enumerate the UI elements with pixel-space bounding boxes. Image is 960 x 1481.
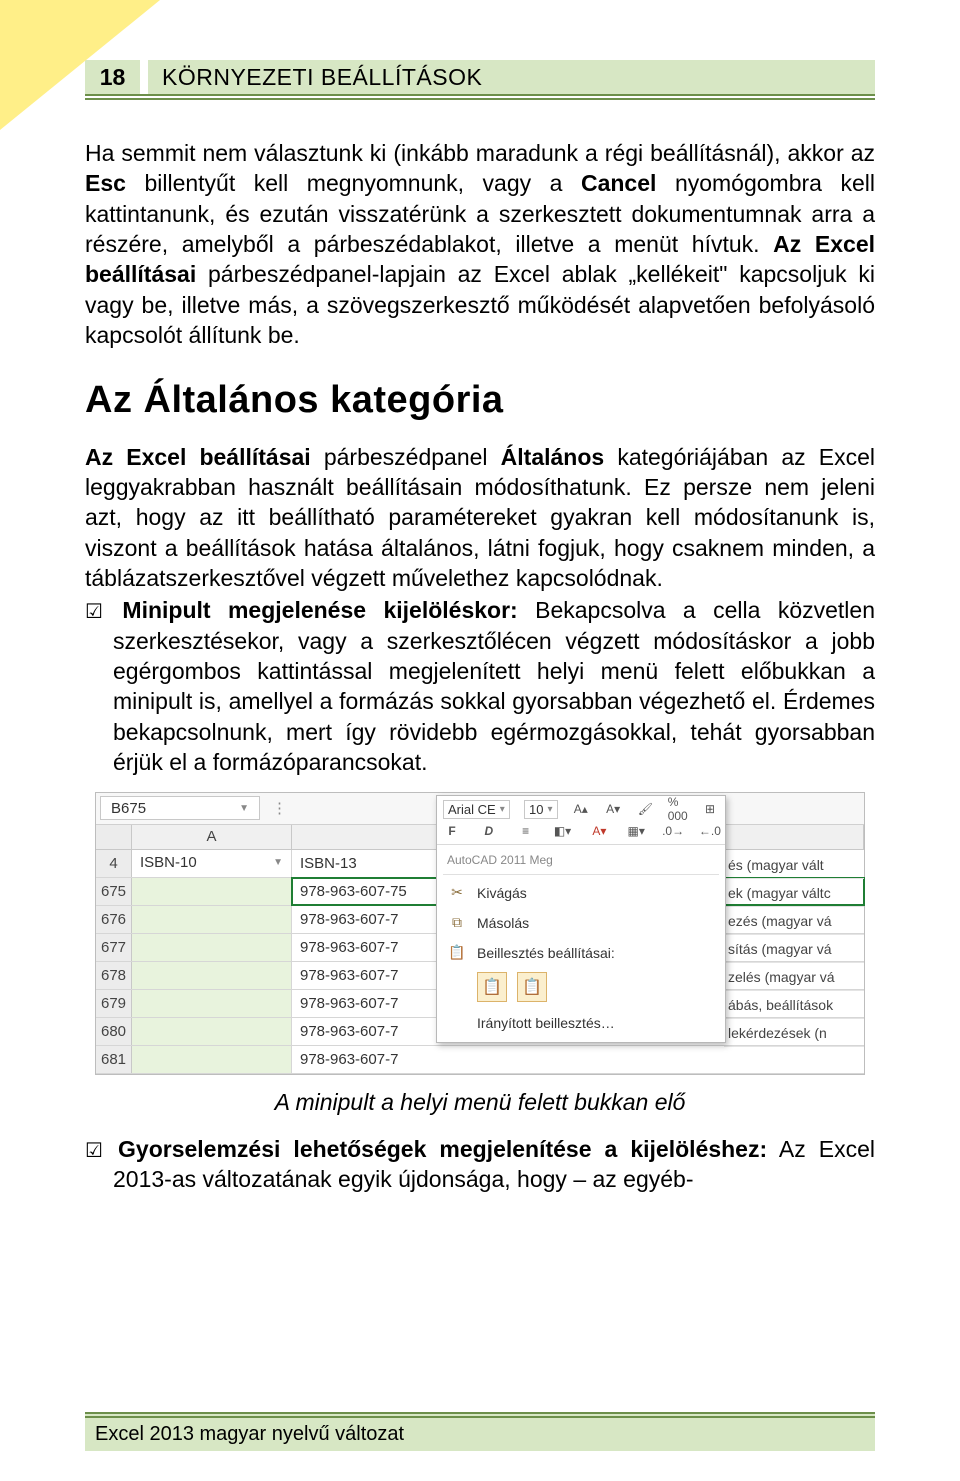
menu-separator bbox=[443, 874, 719, 875]
format-painter-icon[interactable]: 🖌 bbox=[636, 800, 654, 818]
cell-text: ISBN-10 bbox=[140, 849, 197, 877]
cell-fragment: zelés (magyar vá bbox=[724, 963, 864, 991]
section-heading: Az Általános kategória bbox=[85, 379, 875, 422]
ctx-header-fragment: AutoCAD 2011 Meg bbox=[437, 849, 725, 871]
name-box[interactable]: B675 ▼ bbox=[100, 796, 260, 820]
cell-fragment: ezés (magyar vá bbox=[724, 907, 864, 935]
percent-format[interactable]: % 000 bbox=[669, 800, 687, 818]
clipboard-icon: 📋 bbox=[447, 943, 467, 963]
cell[interactable] bbox=[132, 878, 292, 905]
row-header[interactable]: 678 bbox=[96, 962, 132, 989]
key-esc: Esc bbox=[85, 170, 126, 196]
ctx-paste-options[interactable]: 📋 Beillesztés beállításai: bbox=[437, 938, 725, 968]
menu-label: Beillesztés beállításai: bbox=[477, 945, 615, 961]
text: AutoCAD 2011 Meg bbox=[447, 853, 553, 867]
text: párbeszédpanel bbox=[311, 444, 501, 470]
cell[interactable] bbox=[132, 962, 292, 989]
page-corner-decoration bbox=[0, 0, 160, 130]
font-name-box[interactable]: Arial CE ▾ bbox=[443, 800, 510, 819]
ctx-cut[interactable]: ✂ Kivágás bbox=[437, 878, 725, 908]
merge-icon[interactable]: ⊞ bbox=[701, 800, 719, 818]
dropdown-icon[interactable]: ▼ bbox=[239, 803, 249, 814]
page-footer: Excel 2013 magyar nyelvű változat bbox=[85, 1412, 875, 1451]
fill-color-icon[interactable]: ◧▾ bbox=[554, 822, 572, 840]
checklist-item-quickanalysis: ☑ Gyorselemzési lehetőségek megjelenítés… bbox=[85, 1134, 875, 1195]
decrease-font-icon[interactable]: A▾ bbox=[604, 800, 622, 818]
intro-paragraph: Ha semmit nem választunk ki (inkább mara… bbox=[85, 138, 875, 351]
borders-icon[interactable]: ▦▾ bbox=[627, 822, 645, 840]
mini-toolbar: Arial CE ▾ 10 ▾ A▴ A▾ 🖌 % 000 ⊞ F D ≡ ◧▾ A… bbox=[437, 796, 725, 845]
option-label: Gyorselemzési lehetőségek megjelenítése … bbox=[118, 1136, 767, 1162]
cell[interactable] bbox=[132, 990, 292, 1017]
font-size: 10 bbox=[529, 802, 543, 817]
section-paragraph: Az Excel beállításai párbeszédpanel Álta… bbox=[85, 442, 875, 594]
row-header[interactable]: 4 bbox=[96, 850, 132, 877]
row-header[interactable]: 680 bbox=[96, 1018, 132, 1045]
row-header[interactable]: 675 bbox=[96, 878, 132, 905]
increase-decimal-icon[interactable]: .0→ bbox=[664, 822, 682, 840]
menu-label: Másolás bbox=[477, 915, 529, 931]
filter-icon[interactable]: ▼ bbox=[273, 849, 283, 877]
ctx-copy[interactable]: ⧉ Másolás bbox=[437, 908, 725, 938]
text: párbeszédpanel-lapjain az Excel ablak „k… bbox=[85, 261, 875, 348]
dropdown-icon[interactable]: ▾ bbox=[547, 804, 552, 815]
cell[interactable] bbox=[132, 1046, 292, 1073]
cell[interactable] bbox=[132, 1018, 292, 1045]
copy-icon: ⧉ bbox=[447, 913, 467, 933]
checklist-item-minipult: ☑ Minipult megjelenése kijelöléskor: Bek… bbox=[85, 595, 875, 777]
page-title: KÖRNYEZETI BEÁLLÍTÁSOK bbox=[148, 60, 875, 94]
figure-caption: A minipult a helyi menü felett bukkan el… bbox=[85, 1089, 875, 1116]
menu-label: Kivágás bbox=[477, 885, 527, 901]
ctx-paste-special[interactable]: Irányított beillesztés… bbox=[437, 1008, 725, 1038]
font-size-box[interactable]: 10 ▾ bbox=[524, 800, 558, 819]
checkbox-icon: ☑ bbox=[85, 599, 105, 625]
font-name: Arial CE bbox=[448, 802, 496, 817]
scissors-icon: ✂ bbox=[447, 883, 467, 903]
cell[interactable] bbox=[132, 906, 292, 933]
page-header: 18 KÖRNYEZETI BEÁLLÍTÁSOK bbox=[85, 60, 875, 100]
name-box-value: B675 bbox=[111, 800, 146, 817]
cell-fragment: sítás (magyar vá bbox=[724, 935, 864, 963]
column-header-a[interactable]: A bbox=[132, 825, 292, 849]
italic-icon[interactable]: D bbox=[480, 822, 498, 840]
row-header[interactable]: 676 bbox=[96, 906, 132, 933]
row-header[interactable]: 679 bbox=[96, 990, 132, 1017]
context-menu: AutoCAD 2011 Meg ✂ Kivágás ⧉ Másolás 📋 B… bbox=[437, 845, 725, 1042]
decrease-decimal-icon[interactable]: ←.0 bbox=[701, 822, 719, 840]
key-cancel: Cancel bbox=[581, 170, 656, 196]
cell-fragment: ábás, beállítások bbox=[724, 991, 864, 1019]
separator-dots: ⋮ bbox=[264, 799, 295, 817]
blank-icon bbox=[447, 1013, 467, 1033]
mini-toolbar-and-context-menu: Arial CE ▾ 10 ▾ A▴ A▾ 🖌 % 000 ⊞ F D ≡ ◧▾ A… bbox=[436, 795, 726, 1043]
excel-screenshot: B675 ▼ ⋮ A B 4 ISBN-10 ▼ ISBN-13 675 978 bbox=[95, 792, 865, 1075]
font-color-icon[interactable]: A▾ bbox=[590, 822, 608, 840]
cell-fragment: lekérdezések (n bbox=[724, 1019, 864, 1047]
category-name: Általános bbox=[501, 444, 605, 470]
row-header[interactable]: 681 bbox=[96, 1046, 132, 1073]
truncated-right-column: és (magyar vált ek (magyar váltc ezés (m… bbox=[724, 851, 864, 1074]
text: Ha semmit nem választunk ki (inkább mara… bbox=[85, 140, 875, 166]
align-icon[interactable]: ≡ bbox=[517, 822, 535, 840]
select-all-corner[interactable] bbox=[96, 825, 132, 849]
text: billentyűt kell megnyomnunk, vagy a bbox=[126, 170, 581, 196]
cell-fragment: ek (magyar váltc bbox=[724, 879, 864, 907]
row-header[interactable]: 677 bbox=[96, 934, 132, 961]
cell-fragment: és (magyar vált bbox=[724, 851, 864, 879]
paste-option-icon[interactable]: 📋 bbox=[477, 972, 507, 1002]
option-label: Minipult megjelenése kijelöléskor: bbox=[122, 597, 517, 623]
paste-options-icons: 📋 📋 bbox=[437, 968, 725, 1008]
bold-icon[interactable]: F bbox=[443, 822, 461, 840]
cell-header-isbn10[interactable]: ISBN-10 ▼ bbox=[132, 850, 292, 877]
paste-option-icon[interactable]: 📋 bbox=[517, 972, 547, 1002]
increase-font-icon[interactable]: A▴ bbox=[572, 800, 590, 818]
footer-text: Excel 2013 magyar nyelvű változat bbox=[95, 1423, 404, 1445]
menu-label: Irányított beillesztés… bbox=[477, 1015, 615, 1031]
dropdown-icon[interactable]: ▾ bbox=[500, 804, 505, 815]
cell[interactable] bbox=[132, 934, 292, 961]
dialog-name: Az Excel beállításai bbox=[85, 444, 311, 470]
option-description: Bekapcsolva a cella közvet­len szerkeszt… bbox=[113, 597, 875, 775]
checkbox-icon: ☑ bbox=[85, 1138, 105, 1164]
